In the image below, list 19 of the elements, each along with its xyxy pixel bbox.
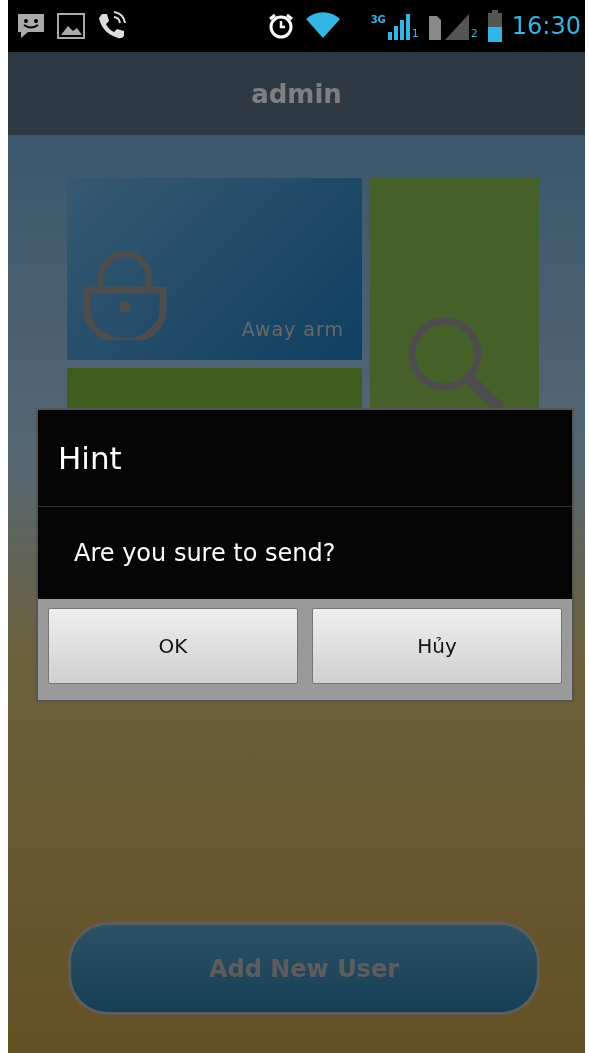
header-title: admin (251, 78, 342, 109)
signal-icon (387, 12, 410, 40)
network-type: 3G (370, 14, 386, 25)
padlock-icon (83, 252, 167, 340)
alarm-clock-icon (266, 12, 295, 40)
tile-label: Away arm (241, 318, 344, 340)
battery-icon (487, 10, 502, 42)
dialog-button[interactable]: Hủy (312, 608, 562, 684)
wifi-icon (304, 12, 341, 40)
sim-number: 1 (411, 27, 419, 40)
sim-number: 2 (470, 27, 478, 40)
dialog-title: Hint (38, 410, 572, 507)
message-icon (16, 12, 46, 40)
phone-icon (96, 11, 126, 41)
sim-signal-icon (428, 12, 469, 40)
dialog-button[interactable]: OK (48, 608, 298, 684)
image-icon (56, 12, 86, 40)
clock-time: 16:30 (511, 12, 581, 40)
dialog-message: Are you sure to send? (73, 538, 337, 569)
